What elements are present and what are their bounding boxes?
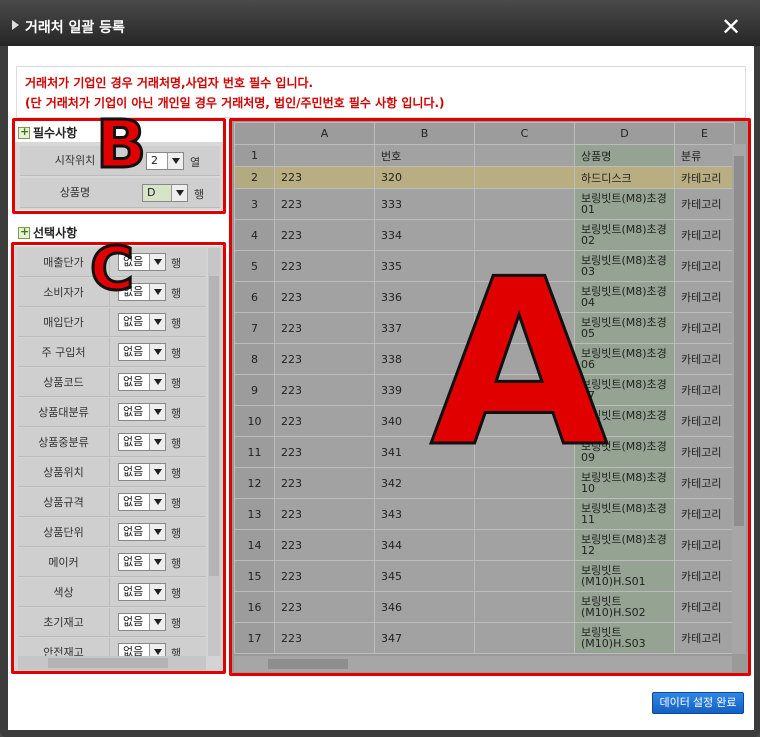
add-icon: [18, 225, 30, 239]
dialog-titlebar: 거래처 일괄 등록 ✕: [0, 0, 760, 46]
annotation-letter-c: C: [88, 234, 135, 304]
annotation-frame-c: [11, 242, 226, 674]
optional-header: 선택사항: [18, 224, 77, 241]
optional-header-label: 선택사항: [33, 226, 78, 240]
triangle-icon: [12, 20, 19, 30]
close-icon[interactable]: ✕: [718, 14, 744, 40]
dialog-title: 거래처 일괄 등록: [25, 20, 125, 36]
notice-line-1: 거래처가 기업인 경우 거래처명,사업자 번호 필수 입니다.: [25, 76, 314, 90]
data-setting-complete-button[interactable]: 데이터 설정 완료: [652, 692, 744, 714]
bulk-register-dialog: 거래처 일괄 등록 ✕ 거래처가 기업인 경우 거래처명,사업자 번호 필수 입…: [0, 0, 760, 737]
annotation-letter-b: B: [94, 106, 147, 183]
annotation-letter-a: A: [428, 231, 609, 498]
